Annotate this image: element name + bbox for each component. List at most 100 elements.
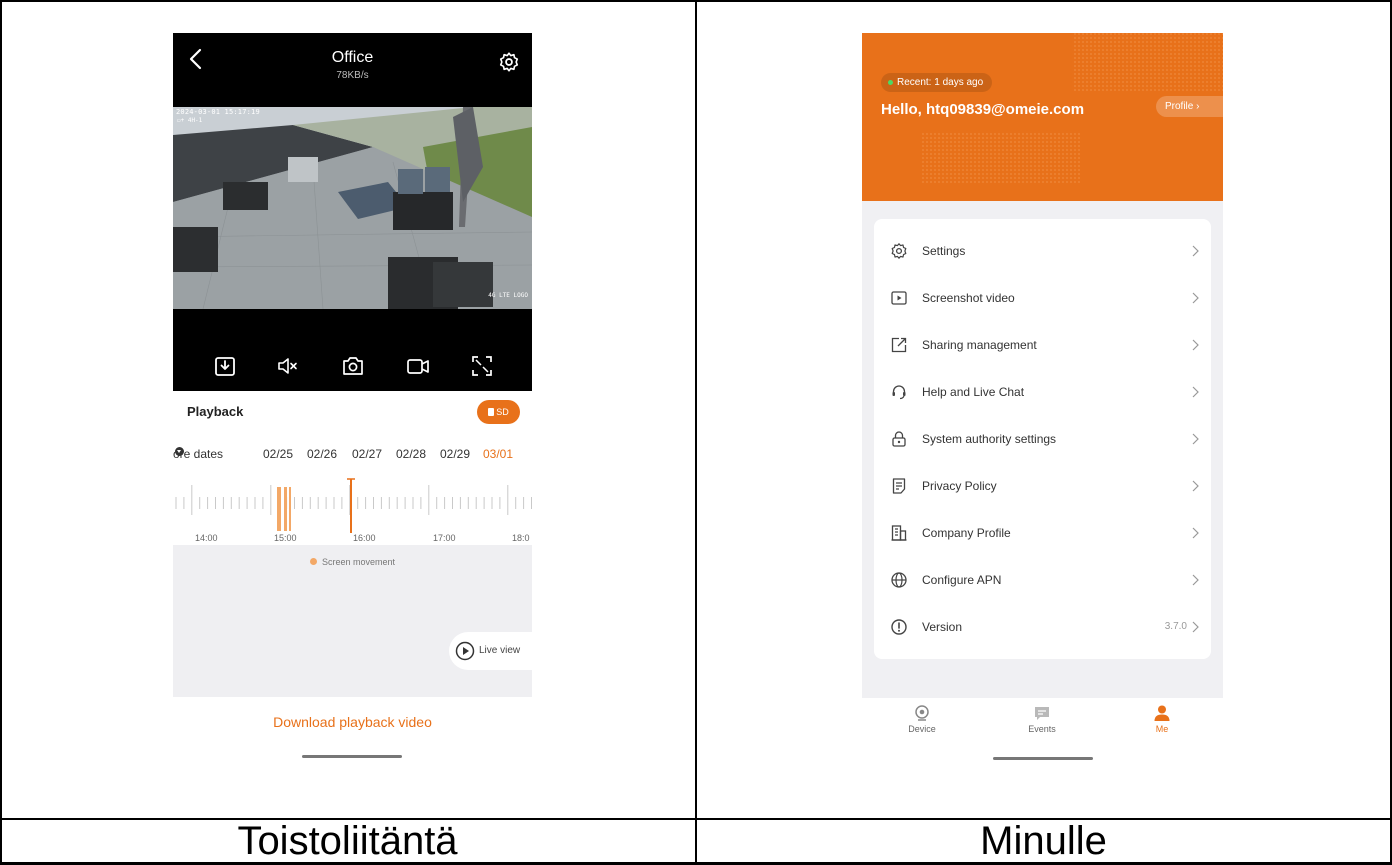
version-number: 3.7.0 <box>1164 621 1187 632</box>
live-view-label: Live view <box>479 645 521 656</box>
menu-item-screenshot-video[interactable]: Screenshot video <box>874 275 1211 322</box>
lock-icon <box>892 431 906 447</box>
download-icon[interactable] <box>212 353 238 379</box>
headset-icon <box>892 385 906 400</box>
download-playback-link[interactable]: Download playback video <box>173 714 532 730</box>
menu-label: Screenshot video <box>922 291 1015 305</box>
menu-label: System authority settings <box>922 432 1057 446</box>
chevron-right-icon <box>1192 621 1199 633</box>
menu-item-sharing-management[interactable]: Sharing management <box>874 322 1211 369</box>
playback-heading: Playback <box>187 404 244 419</box>
tab-label: Me <box>1155 724 1169 734</box>
table-border-center <box>695 0 697 865</box>
chevron-right-icon <box>1192 433 1199 445</box>
chevron-right-icon <box>1192 574 1199 586</box>
menu-item-help-live-chat[interactable]: Help and Live Chat <box>874 369 1211 416</box>
date-chip[interactable]: 02/29 <box>440 447 470 461</box>
camera-title: Office <box>331 49 374 66</box>
person-icon <box>1154 705 1170 721</box>
playback-screen: Office 78KB/s 2024-03-01 15:17:19 ▭+ 4H-… <box>173 33 532 768</box>
tab-label: Device <box>908 724 936 734</box>
tick-label: 17:00 <box>433 533 456 543</box>
settings-menu: Settings Screenshot video Sharing manage… <box>874 219 1211 659</box>
event-marker <box>289 487 291 531</box>
recent-label: Recent: 1 days ago <box>897 77 984 88</box>
profile-button[interactable]: Profile › <box>1156 96 1223 117</box>
settings-gear-icon[interactable] <box>498 51 520 73</box>
info-icon <box>891 619 907 635</box>
menu-item-version[interactable]: Version 3.7.0 <box>874 604 1211 651</box>
camera-icon <box>915 705 929 721</box>
snapshot-icon[interactable] <box>340 353 366 379</box>
playback-timeline[interactable]: 14:00 15:00 16:00 17:00 18:0 <box>173 477 532 543</box>
fullscreen-icon[interactable] <box>469 353 495 379</box>
recent-status-badge: Recent: 1 days ago <box>881 73 993 92</box>
menu-label: Help and Live Chat <box>922 385 1025 399</box>
chevron-right-icon <box>1192 386 1199 398</box>
menu-label: Company Profile <box>922 526 1011 540</box>
play-circle-icon <box>455 641 475 661</box>
patio-scene-image <box>173 107 532 309</box>
gear-icon <box>891 243 907 259</box>
bottom-tab-bar: Device Events Me <box>862 698 1223 768</box>
chevron-right-icon <box>1192 245 1199 257</box>
video-controls <box>173 309 532 391</box>
menu-item-company-profile[interactable]: Company Profile <box>874 510 1211 557</box>
tick-label: 18:0 <box>512 533 530 543</box>
me-screen: Recent: 1 days ago Hello, htq09839@omeie… <box>862 33 1223 768</box>
menu-item-system-authority[interactable]: System authority settings <box>874 416 1211 463</box>
menu-label: Settings <box>922 244 966 258</box>
greeting: Hello, htq09839@omeie.com <box>881 101 1085 118</box>
profile-header: Recent: 1 days ago Hello, htq09839@omeie… <box>862 33 1223 201</box>
chevron-right-icon <box>1192 480 1199 492</box>
osd-timestamp: 2024-03-01 15:17:19 <box>176 108 260 116</box>
menu-label: Version <box>922 620 963 634</box>
chevron-right-icon <box>1192 339 1199 351</box>
menu-label: Sharing management <box>922 338 1037 352</box>
date-chip[interactable]: 02/26 <box>307 447 337 461</box>
document-icon <box>892 478 906 494</box>
message-icon <box>1035 707 1049 720</box>
date-chip[interactable]: 02/28 <box>396 447 426 461</box>
home-indicator <box>993 757 1093 760</box>
chevron-right-icon <box>1192 527 1199 539</box>
bitrate-label: 78KB/s <box>336 70 369 81</box>
profile-label: Profile <box>1165 101 1194 112</box>
video-file-icon <box>891 291 907 305</box>
legend-label: Screen movement <box>321 557 396 567</box>
menu-label: Privacy Policy <box>922 479 997 493</box>
legend-dot <box>309 558 317 565</box>
tab-label: Events <box>1028 724 1056 734</box>
building-icon <box>891 525 907 541</box>
chevron-down-icon <box>175 447 184 456</box>
menu-item-configure-apn[interactable]: Configure APN <box>874 557 1211 604</box>
date-chip[interactable]: 02/27 <box>352 447 382 461</box>
mute-icon[interactable] <box>275 353 301 379</box>
osd-corner-logo: 4G LTE LOGO <box>488 292 528 299</box>
tab-events[interactable]: Events <box>1007 704 1077 744</box>
tick-label: 15:00 <box>274 533 297 543</box>
tick-label: 14:00 <box>195 533 218 543</box>
event-marker <box>277 487 281 531</box>
caption-left: Toistoliitäntä <box>237 819 458 863</box>
osd-battery: ▭+ 4H-1 <box>177 117 203 124</box>
tab-device[interactable]: Device <box>887 704 957 744</box>
record-icon[interactable] <box>405 353 431 379</box>
date-chip-selected[interactable]: 03/01 <box>483 447 513 461</box>
share-icon <box>891 337 907 353</box>
event-marker <box>284 487 287 531</box>
menu-label: Configure APN <box>922 573 1002 587</box>
camera-video-frame[interactable]: 2024-03-01 15:17:19 ▭+ 4H-1 4G LTE LOGO <box>173 107 532 309</box>
sd-label: SD <box>496 407 509 417</box>
sd-card-icon <box>488 408 495 416</box>
chevron-right-icon <box>1192 292 1199 304</box>
menu-item-settings[interactable]: Settings <box>874 228 1211 275</box>
event-legend: Screen movement <box>173 557 532 567</box>
playback-header: Office 78KB/s <box>173 33 532 107</box>
tab-me[interactable]: Me <box>1127 704 1197 744</box>
live-view-button[interactable]: Live view <box>449 632 532 670</box>
menu-item-privacy-policy[interactable]: Privacy Policy <box>874 463 1211 510</box>
date-chip[interactable]: 02/25 <box>263 447 293 461</box>
sd-card-button[interactable]: SD <box>477 400 520 424</box>
table-border-left <box>0 0 2 865</box>
